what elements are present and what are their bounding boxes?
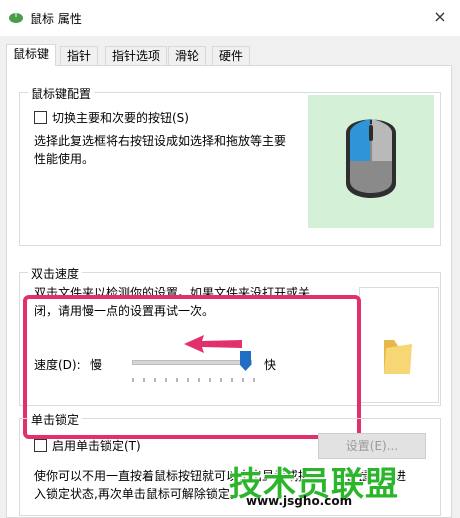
group-title: 双击速度 xyxy=(28,265,83,282)
click-lock-checkbox[interactable]: 启用单击锁定(T) xyxy=(34,437,141,454)
switch-buttons-checkbox[interactable]: 切换主要和次要的按钮(S) xyxy=(34,109,189,126)
close-icon[interactable]: × xyxy=(426,4,454,30)
description: 选择此复选框将右按钮设成如选择和拖放等主要 性能使用。 xyxy=(34,134,287,166)
tab-panel: 鼠标键配置 切换主要和次要的按钮(S) 选择此复选框将右按钮设成如选择和拖放等主… xyxy=(6,65,452,518)
title-bar: 鼠标 属性 × xyxy=(0,0,460,37)
watermark-url: www.jsgho.com xyxy=(246,494,353,508)
double-click-test-area[interactable] xyxy=(359,287,439,403)
tab-mouse-buttons[interactable]: 鼠标键 xyxy=(6,44,57,66)
checkbox-box[interactable] xyxy=(34,111,47,124)
tab-pointer-options[interactable]: 指针选项 xyxy=(105,46,168,65)
checkbox-label: 切换主要和次要的按钮(S) xyxy=(52,111,189,125)
group-title: 鼠标键配置 xyxy=(28,85,95,102)
folder-icon[interactable] xyxy=(360,288,438,402)
mouse-icon xyxy=(346,119,396,198)
group-title: 单击锁定 xyxy=(28,411,83,428)
window-title: 鼠标 属性 xyxy=(30,12,82,26)
dialog-body: 鼠标键 指针 指针选项 滑轮 硬件 鼠标键配置 切换主要和次要的按钮(S) 选择… xyxy=(0,36,460,518)
button-config-group: 鼠标键配置 切换主要和次要的按钮(S) 选择此复选框将右按钮设成如选择和拖放等主… xyxy=(19,85,441,246)
settings-button[interactable]: 设置(E)... xyxy=(318,433,426,459)
tab-pointers[interactable]: 指针 xyxy=(60,46,99,65)
mouse-preview xyxy=(308,95,434,228)
checkbox-box[interactable] xyxy=(34,439,47,452)
arrow-left-icon xyxy=(184,335,242,353)
tab-hardware[interactable]: 硬件 xyxy=(212,46,251,65)
checkbox-label: 启用单击锁定(T) xyxy=(52,439,141,453)
tab-wheel[interactable]: 滑轮 xyxy=(168,46,207,65)
mouse-icon xyxy=(9,13,23,23)
